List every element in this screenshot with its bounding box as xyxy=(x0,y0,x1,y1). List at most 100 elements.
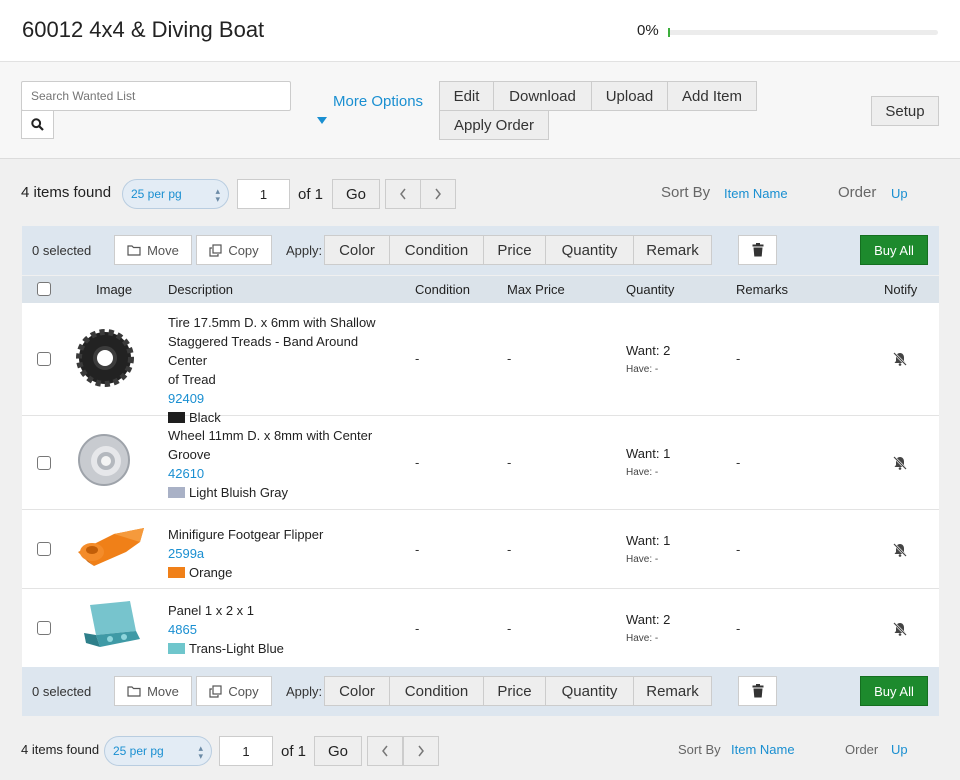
max-price-value[interactable]: - xyxy=(507,621,511,636)
add-item-button[interactable]: Add Item xyxy=(667,81,757,111)
page-title: 60012 4x4 & Diving Boat xyxy=(22,17,265,42)
max-price-value[interactable]: - xyxy=(507,542,511,557)
table-header: Image Description Condition Max Price Qu… xyxy=(22,276,939,303)
move-label: Move xyxy=(147,683,179,699)
apply-remark-button[interactable]: Remark xyxy=(633,235,712,265)
toolbar: More Options Edit Download Upload Add It… xyxy=(0,62,960,159)
download-button[interactable]: Download xyxy=(493,81,592,111)
copy-label: Copy xyxy=(228,683,259,699)
buy-all-button[interactable]: Buy All xyxy=(860,235,928,265)
part-image-wheel[interactable] xyxy=(76,432,132,488)
notify-off-icon[interactable] xyxy=(892,351,908,367)
sort-by-select[interactable]: Item Name xyxy=(724,186,788,201)
row-checkbox[interactable] xyxy=(37,456,51,470)
chevron-right-icon xyxy=(435,188,441,200)
condition-value[interactable]: - xyxy=(415,351,419,366)
delete-button[interactable] xyxy=(738,235,777,265)
copy-button[interactable]: Copy xyxy=(196,676,272,706)
move-button[interactable]: Move xyxy=(114,235,192,265)
notify-off-icon[interactable] xyxy=(892,542,908,558)
want-qty[interactable]: Want: 1 xyxy=(626,446,670,461)
buy-all-button[interactable]: Buy All xyxy=(860,676,928,706)
go-button[interactable]: Go xyxy=(332,179,380,209)
desc-line: Wheel 11mm D. x 8mm with Center xyxy=(168,428,373,443)
condition-value[interactable]: - xyxy=(415,621,419,636)
edit-button[interactable]: Edit xyxy=(439,81,494,111)
notify-off-icon[interactable] xyxy=(892,621,908,637)
condition-value[interactable]: - xyxy=(415,455,419,470)
apply-order-button[interactable]: Apply Order xyxy=(439,110,549,140)
want-qty[interactable]: Want: 2 xyxy=(626,612,670,627)
remarks-value[interactable]: - xyxy=(736,621,740,636)
search-button[interactable] xyxy=(21,110,54,139)
table-row: Panel 1 x 2 x 1 4865 Trans-Light Blue - … xyxy=(22,589,939,667)
part-image-tire[interactable] xyxy=(76,329,134,387)
delete-button[interactable] xyxy=(738,676,777,706)
page-header: 60012 4x4 & Diving Boat 0% xyxy=(0,0,960,62)
progress-label: 0% xyxy=(637,22,659,39)
item-color: Trans-Light Blue xyxy=(168,639,398,658)
part-image-flipper[interactable] xyxy=(74,522,148,570)
search-input[interactable] xyxy=(21,81,291,111)
notify-off-icon[interactable] xyxy=(892,455,908,471)
table-row: Minifigure Footgear Flipper 2599a Orange… xyxy=(22,510,939,589)
row-checkbox[interactable] xyxy=(37,352,51,366)
page-number-input[interactable]: 1 xyxy=(219,736,273,766)
order-select[interactable]: Up xyxy=(891,742,908,757)
per-page-value: 25 per pg xyxy=(113,744,164,758)
per-page-select[interactable]: 25 per pg ▴ ▾ xyxy=(104,736,212,766)
trash-icon xyxy=(752,684,763,698)
apply-price-button[interactable]: Price xyxy=(483,235,546,265)
apply-condition-button[interactable]: Condition xyxy=(389,676,484,706)
part-image-panel[interactable] xyxy=(80,599,144,651)
color-swatch xyxy=(168,567,185,578)
prev-page-button[interactable] xyxy=(385,179,421,209)
apply-color-button[interactable]: Color xyxy=(324,676,390,706)
row-checkbox[interactable] xyxy=(37,621,51,635)
part-number-link[interactable]: 42610 xyxy=(168,464,398,483)
upload-button[interactable]: Upload xyxy=(591,81,668,111)
apply-remark-button[interactable]: Remark xyxy=(633,676,712,706)
copy-button[interactable]: Copy xyxy=(196,235,272,265)
remarks-value[interactable]: - xyxy=(736,455,740,470)
max-price-value[interactable]: - xyxy=(507,351,511,366)
part-number-link[interactable]: 4865 xyxy=(168,620,398,639)
desc-line: Staggered Treads - Band Around Center xyxy=(168,334,359,368)
want-qty[interactable]: Want: 2 xyxy=(626,343,670,358)
page-number-input[interactable]: 1 xyxy=(237,179,290,209)
next-page-button[interactable] xyxy=(420,179,456,209)
order-select[interactable]: Up xyxy=(891,186,908,201)
per-page-select[interactable]: 25 per pg ▴ ▾ xyxy=(122,179,229,209)
remarks-value[interactable]: - xyxy=(736,542,740,557)
apply-quantity-button[interactable]: Quantity xyxy=(545,676,634,706)
next-page-button[interactable] xyxy=(403,736,439,766)
apply-condition-button[interactable]: Condition xyxy=(389,235,484,265)
item-color: Orange xyxy=(168,563,398,582)
go-button[interactable]: Go xyxy=(314,736,362,766)
more-options-link[interactable]: More Options xyxy=(333,93,423,110)
part-number-link[interactable]: 92409 xyxy=(168,389,398,408)
max-price-value[interactable]: - xyxy=(507,455,511,470)
color-name: Light Bluish Gray xyxy=(189,485,288,500)
move-button[interactable]: Move xyxy=(114,676,192,706)
setup-button[interactable]: Setup xyxy=(871,96,939,126)
chevron-down-icon[interactable] xyxy=(317,117,327,124)
row-checkbox[interactable] xyxy=(37,542,51,556)
remarks-value[interactable]: - xyxy=(736,351,740,366)
table-row: Wheel 11mm D. x 8mm with Center Groove 4… xyxy=(22,416,939,510)
top-pager: 4 items found 25 per pg ▴ ▾ 1 of 1 Go Sor… xyxy=(0,160,960,226)
copy-icon xyxy=(209,243,222,257)
prev-page-button[interactable] xyxy=(367,736,403,766)
part-number-link[interactable]: 2599a xyxy=(168,544,398,563)
col-image: Image xyxy=(96,282,133,297)
apply-price-button[interactable]: Price xyxy=(483,676,546,706)
search-icon xyxy=(31,118,44,131)
items-found: 4 items found xyxy=(21,184,112,201)
condition-value[interactable]: - xyxy=(415,542,419,557)
have-qty: Have: - xyxy=(626,364,659,375)
sort-by-select[interactable]: Item Name xyxy=(731,742,795,757)
apply-quantity-button[interactable]: Quantity xyxy=(545,235,634,265)
select-all-checkbox[interactable] xyxy=(37,282,51,296)
want-qty[interactable]: Want: 1 xyxy=(626,533,670,548)
apply-color-button[interactable]: Color xyxy=(324,235,390,265)
